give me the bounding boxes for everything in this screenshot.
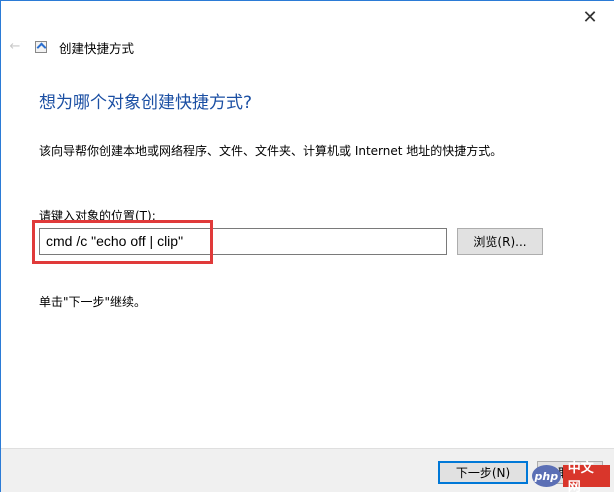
location-input[interactable]: cmd /c "echo off | clip" bbox=[39, 228, 447, 255]
close-icon[interactable]: ✕ bbox=[575, 5, 605, 29]
title-bar: ← 创建快捷方式 ✕ bbox=[1, 1, 614, 64]
continue-hint: 单击"下一步"继续。 bbox=[39, 295, 147, 309]
browse-button[interactable]: 浏览(R)... bbox=[457, 228, 543, 255]
watermark-text: 中文网 bbox=[562, 461, 610, 492]
shortcut-icon bbox=[35, 41, 47, 53]
create-shortcut-dialog: ← 创建快捷方式 ✕ 想为哪个对象创建快捷方式? 该向导帮你创建本地或网络程序、… bbox=[0, 0, 614, 492]
back-arrow-icon[interactable]: ← bbox=[7, 37, 23, 55]
button-bar: 下一步(N) 取消 bbox=[1, 448, 614, 492]
next-button[interactable]: 下一步(N) bbox=[438, 461, 528, 484]
wizard-content: 想为哪个对象创建快捷方式? 该向导帮你创建本地或网络程序、文件、文件夹、计算机或… bbox=[1, 64, 614, 448]
window-title: 创建快捷方式 bbox=[59, 41, 135, 56]
site-watermark: php 中文网 bbox=[532, 461, 610, 492]
page-heading: 想为哪个对象创建快捷方式? bbox=[39, 93, 253, 113]
location-label: 请键入对象的位置(T): bbox=[39, 209, 156, 223]
watermark-logo: php bbox=[532, 465, 561, 487]
page-description: 该向导帮你创建本地或网络程序、文件、文件夹、计算机或 Internet 地址的快… bbox=[39, 144, 503, 158]
